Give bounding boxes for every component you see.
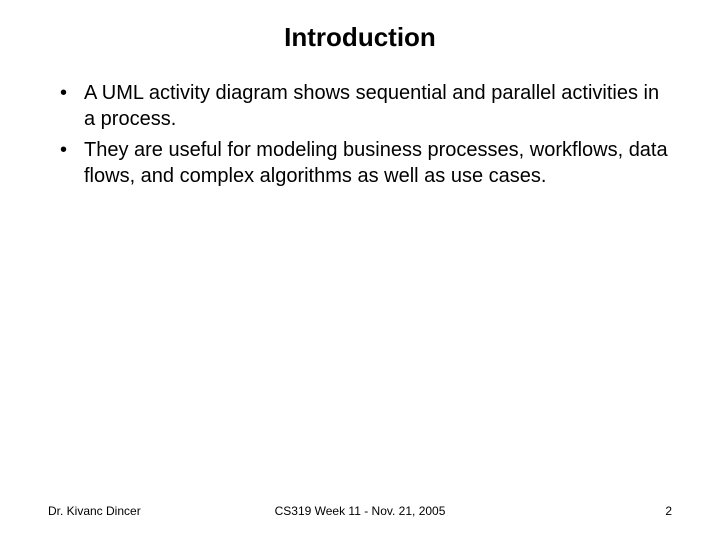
slide-content: A UML activity diagram shows sequential … bbox=[48, 81, 672, 189]
slide-footer: Dr. Kivanc Dincer CS319 Week 11 - Nov. 2… bbox=[0, 504, 720, 518]
footer-page-number: 2 bbox=[665, 504, 672, 518]
bullet-list: A UML activity diagram shows sequential … bbox=[48, 81, 672, 189]
footer-author: Dr. Kivanc Dincer bbox=[48, 504, 141, 518]
list-item: A UML activity diagram shows sequential … bbox=[48, 81, 672, 132]
slide-title: Introduction bbox=[48, 22, 672, 53]
slide: Introduction A UML activity diagram show… bbox=[0, 0, 720, 540]
footer-course: CS319 Week 11 - Nov. 21, 2005 bbox=[275, 504, 446, 518]
list-item: They are useful for modeling business pr… bbox=[48, 138, 672, 189]
